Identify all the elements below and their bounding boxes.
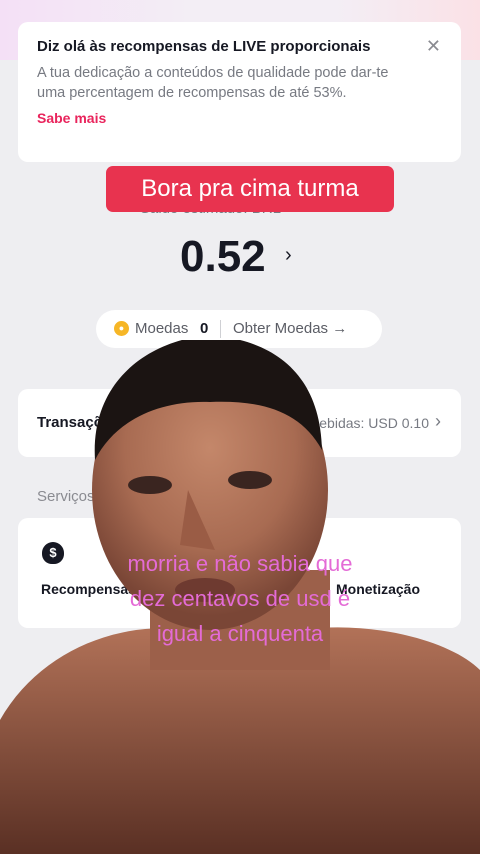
learn-more-link[interactable]: Sabe mais	[37, 110, 442, 126]
balance-amount[interactable]: 0.52	[180, 232, 266, 282]
close-icon[interactable]: ✕	[426, 36, 441, 57]
chevron-right-icon[interactable]: ›	[285, 244, 292, 267]
divider	[220, 320, 221, 338]
caption-line-1: morria e não sabia que	[127, 551, 353, 576]
get-coins-link[interactable]: Obter Moedas →	[233, 320, 347, 337]
video-caption-bottom: morria e não sabia que dez centavos de u…	[60, 546, 420, 651]
live-rewards-banner: Diz olá às recompensas de LIVE proporcio…	[18, 22, 461, 162]
coins-label: Moedas	[135, 320, 189, 337]
coin-icon: ●	[114, 321, 129, 336]
caption-line-2: dez centavos de usd é	[129, 586, 351, 611]
banner-description: A tua dedicação a conteúdos de qualidade…	[37, 65, 389, 101]
caption-line-3: igual a cinquenta	[156, 621, 324, 646]
video-caption-top: Bora pra cima turma	[106, 166, 394, 212]
banner-title: Diz olá às recompensas de LIVE proporcio…	[37, 38, 371, 55]
coins-value: 0	[200, 320, 209, 337]
